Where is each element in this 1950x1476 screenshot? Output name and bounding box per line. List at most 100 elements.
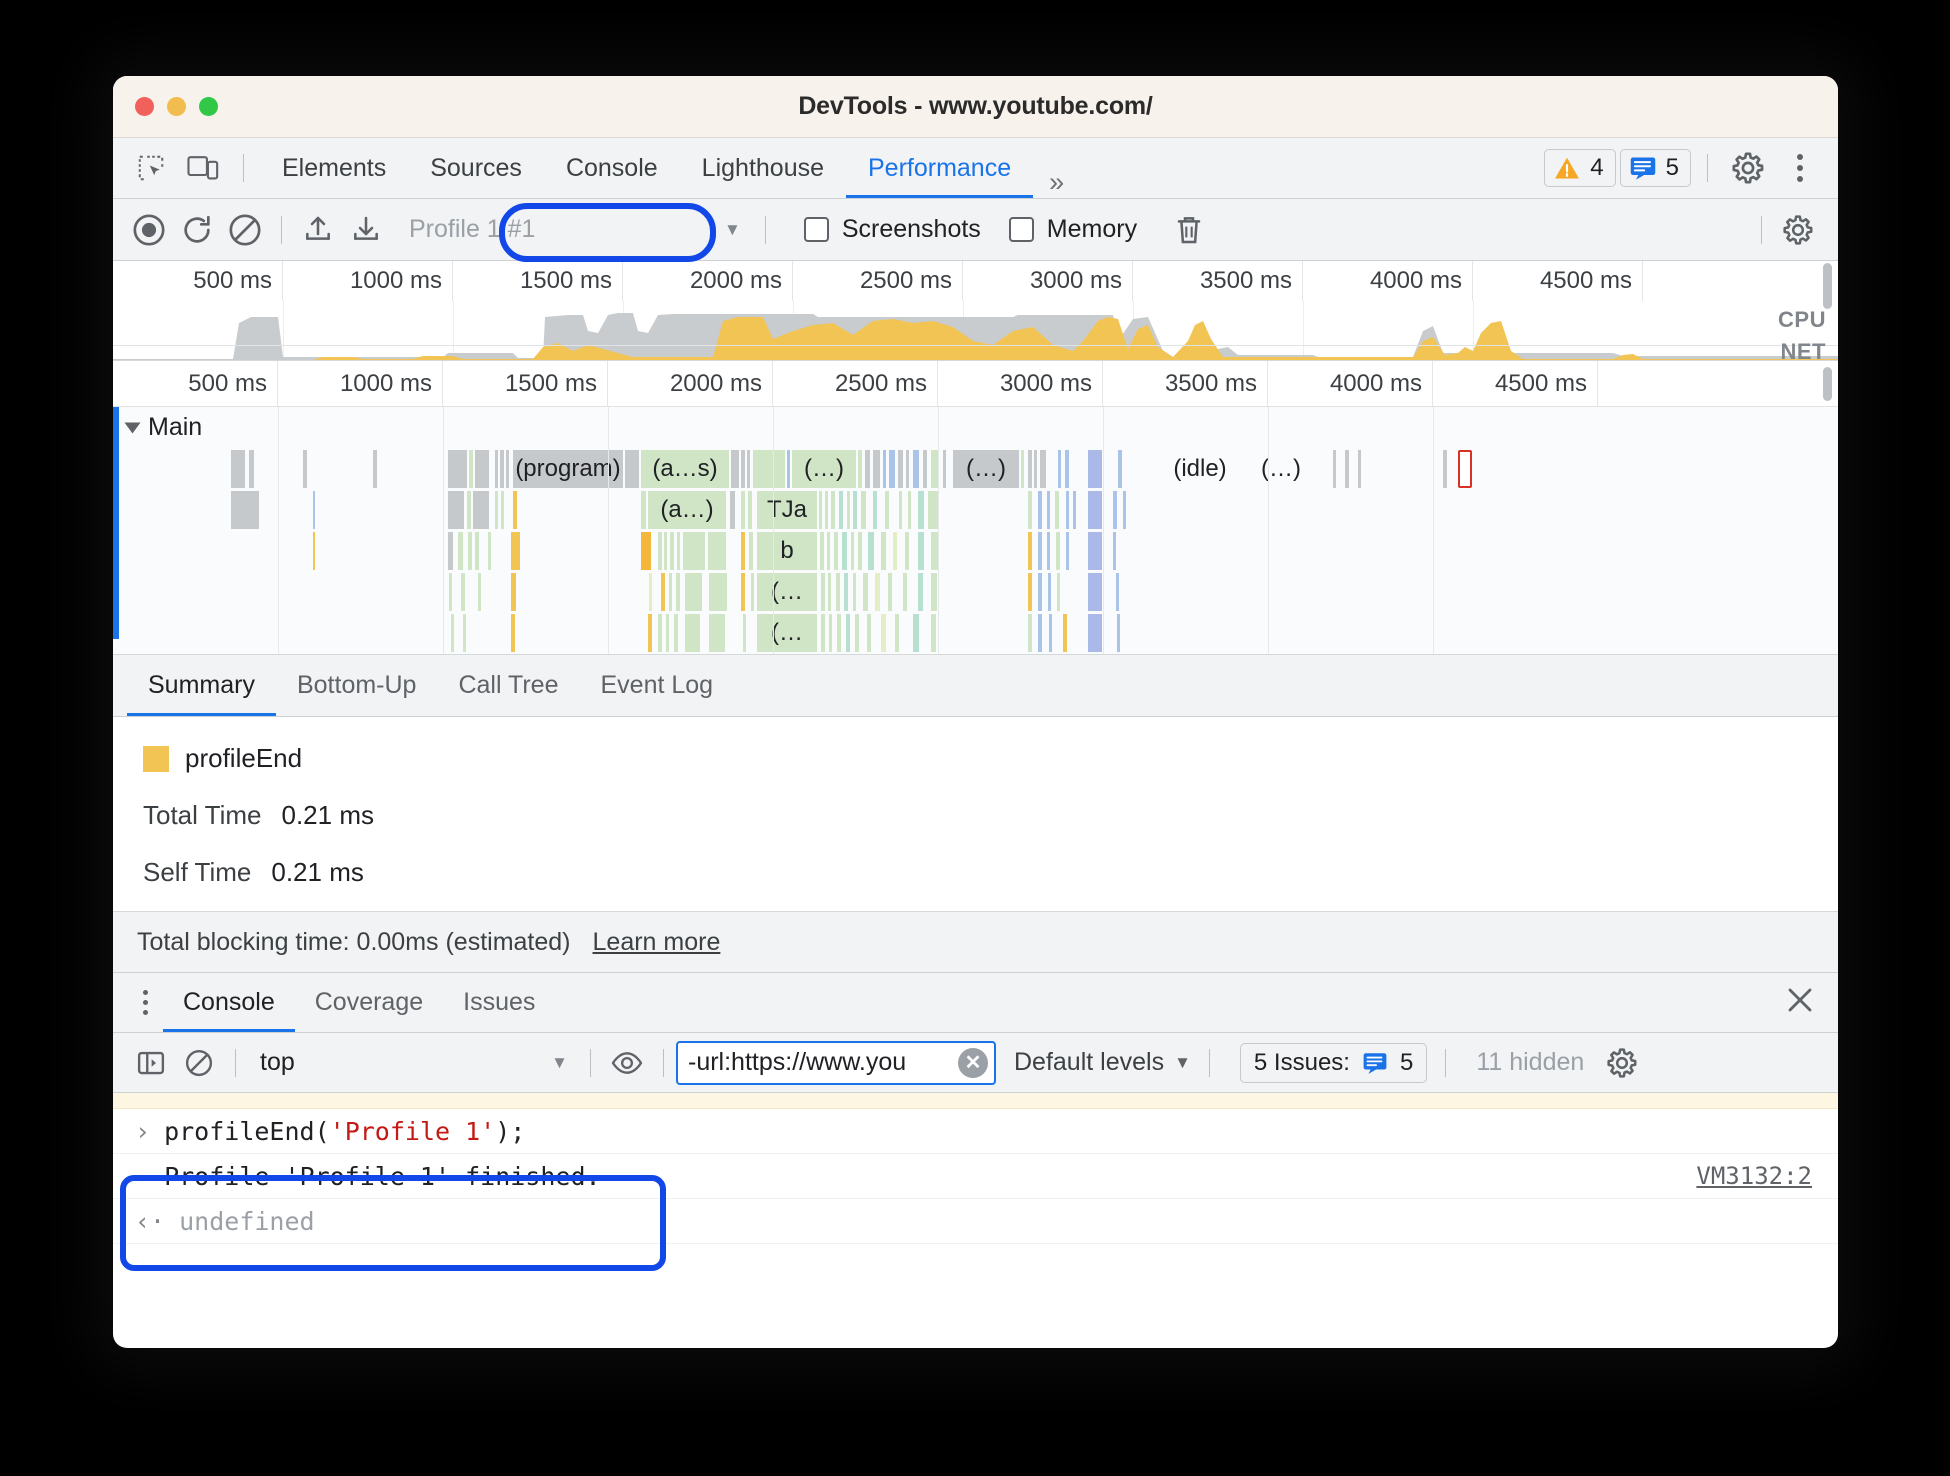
console-prompt-icon: › — [135, 1116, 151, 1146]
console-issues-count: 5 — [1399, 1048, 1414, 1076]
console-input-line[interactable]: › profileEnd('Profile 1'); — [113, 1109, 1838, 1154]
drawer-tab-issues[interactable]: Issues — [443, 973, 555, 1032]
tab-elements-label: Elements — [282, 153, 387, 182]
download-profile-icon[interactable] — [342, 207, 390, 253]
flame-bar[interactable]: (a…s) — [641, 450, 729, 488]
flame-bar[interactable]: (…) — [1253, 450, 1309, 488]
flame-bar[interactable]: (program) — [513, 450, 623, 488]
tab-call-tree[interactable]: Call Tree — [437, 655, 579, 716]
overview-tick: 3500 ms — [1133, 261, 1303, 301]
console-filter-input[interactable]: -url:https://www.you ✕ — [676, 1040, 996, 1085]
tab-elements[interactable]: Elements — [260, 138, 408, 198]
flame-bar[interactable]: b — [757, 532, 817, 570]
console-toolbar-divider-4 — [1208, 1048, 1210, 1077]
clear-icon[interactable] — [221, 207, 269, 253]
device-toolbar-icon[interactable] — [179, 145, 227, 191]
tab-summary[interactable]: Summary — [127, 655, 276, 716]
profile-dropdown-caret[interactable]: ▼ — [724, 220, 741, 240]
message-icon — [1630, 157, 1655, 180]
profile-selector[interactable]: Profile 1 #1 — [390, 207, 690, 252]
more-tabs-icon[interactable]: » — [1033, 167, 1080, 198]
console-warning-row-clipped[interactable] — [113, 1093, 1838, 1109]
trash-icon[interactable] — [1165, 207, 1213, 253]
console-log-line[interactable]: › Profile 'Profile 1' finished. VM3132:2 — [113, 1154, 1838, 1199]
memory-checkbox[interactable]: Memory — [1008, 215, 1137, 244]
tab-performance[interactable]: Performance — [846, 138, 1034, 198]
flame-bar[interactable]: (a…) — [648, 491, 726, 529]
message-badge[interactable]: 5 — [1619, 149, 1691, 187]
console-sidebar-icon[interactable] — [127, 1040, 175, 1086]
tab-event-log[interactable]: Event Log — [580, 655, 735, 716]
console-toolbar-divider-5 — [1445, 1048, 1447, 1077]
tab-performance-label: Performance — [868, 153, 1012, 182]
flame-row: (… — [113, 613, 1838, 654]
timeline-overview[interactable]: 500 ms 1000 ms 1500 ms 2000 ms 2500 ms 3… — [113, 261, 1838, 361]
warning-badge[interactable]: 4 — [1544, 149, 1616, 187]
overview-scrollbar[interactable] — [1823, 263, 1832, 309]
screenshots-checkbox[interactable]: Screenshots — [803, 215, 981, 244]
tbt-learn-more-link[interactable]: Learn more — [593, 928, 721, 957]
flame-bar[interactable]: TJa — [757, 491, 817, 529]
console-filter-value: -url:https://www.you — [688, 1048, 907, 1076]
flame-bar[interactable]: (… — [757, 573, 817, 611]
flame-tick: 2500 ms — [773, 361, 938, 406]
clear-input-icon[interactable]: ✕ — [958, 1047, 988, 1078]
perf-toolbar-divider-2 — [764, 215, 766, 244]
event-color-swatch — [143, 745, 169, 772]
flame-row: (… — [113, 572, 1838, 613]
drawer-tabbar: Console Coverage Issues — [113, 973, 1838, 1033]
execution-context-value: top — [260, 1048, 295, 1076]
overview-tick: 1000 ms — [283, 261, 453, 301]
drawer-kebab-menu-icon[interactable] — [127, 980, 163, 1026]
flame-bar[interactable]: (…) — [953, 450, 1019, 488]
console-settings-gear-icon[interactable] — [1598, 1040, 1646, 1086]
execution-context-selector[interactable]: top ▼ — [248, 1042, 578, 1084]
warning-triangle-icon — [1555, 157, 1580, 179]
total-time-value: 0.21 ms — [281, 800, 375, 830]
kebab-dot — [1797, 165, 1803, 171]
triangle-down-icon[interactable] — [124, 422, 141, 433]
capture-options: Screenshots Memory — [803, 207, 1213, 253]
drawer-tab-console[interactable]: Console — [163, 973, 295, 1032]
console-code-suffix: ); — [495, 1116, 526, 1146]
flame-scrollbar[interactable] — [1823, 367, 1832, 401]
console-result-line[interactable]: ‹· undefined — [113, 1199, 1838, 1244]
live-expression-icon[interactable] — [603, 1040, 651, 1086]
drawer-tab-coverage[interactable]: Coverage — [295, 973, 443, 1032]
overview-graph: CPU NET — [113, 301, 1838, 360]
log-levels-caret: ▼ — [1174, 1052, 1191, 1072]
flame-chart[interactable]: Main (program) (a…s) (…) (…) (idle) (…) … — [113, 407, 1838, 655]
log-levels-selector[interactable]: Default levels ▼ — [1014, 1048, 1191, 1077]
tab-bottom-up[interactable]: Bottom-Up — [276, 655, 437, 716]
flame-bar[interactable]: (idle) — [1163, 450, 1237, 488]
overview-tick: 2000 ms — [623, 261, 793, 301]
main-track-header[interactable]: Main — [113, 407, 202, 448]
close-icon[interactable] — [1784, 984, 1838, 1021]
overview-tick: 3000 ms — [963, 261, 1133, 301]
window-titlebar: DevTools - www.youtube.com/ — [113, 76, 1838, 138]
kebab-menu-icon[interactable] — [1776, 145, 1824, 191]
cpu-activity-sparkline — [113, 313, 1838, 360]
console-output[interactable]: › profileEnd('Profile 1'); › Profile 'Pr… — [113, 1093, 1838, 1245]
overview-ruler: 500 ms 1000 ms 1500 ms 2000 ms 2500 ms 3… — [113, 261, 1838, 301]
tab-console[interactable]: Console — [544, 138, 680, 198]
inspect-element-icon[interactable] — [127, 145, 175, 191]
console-source-link[interactable]: VM3132:2 — [1696, 1162, 1812, 1190]
tab-lighthouse[interactable]: Lighthouse — [680, 138, 846, 198]
flame-bar[interactable]: (…) — [792, 450, 856, 488]
record-circle-icon[interactable] — [125, 207, 173, 253]
upload-profile-icon[interactable] — [294, 207, 342, 253]
console-issues-button[interactable]: 5 Issues: 5 — [1239, 1042, 1428, 1083]
clear-console-icon[interactable] — [175, 1040, 223, 1086]
capture-settings-gear-icon[interactable] — [1774, 207, 1822, 253]
overview-tick: 1500 ms — [453, 261, 623, 301]
console-code-string: 'Profile 1' — [329, 1116, 496, 1146]
flame-bar[interactable]: (… — [757, 614, 817, 652]
gear-icon[interactable] — [1724, 145, 1772, 191]
devtools-main-tabbar: Elements Sources Console Lighthouse Perf… — [113, 138, 1838, 199]
main-tabs: Elements Sources Console Lighthouse Perf… — [260, 138, 1080, 198]
reload-record-icon[interactable] — [173, 207, 221, 253]
console-issues-label: 5 Issues: — [1253, 1048, 1350, 1076]
tab-event-log-label: Event Log — [600, 671, 714, 699]
tab-sources[interactable]: Sources — [408, 138, 544, 198]
